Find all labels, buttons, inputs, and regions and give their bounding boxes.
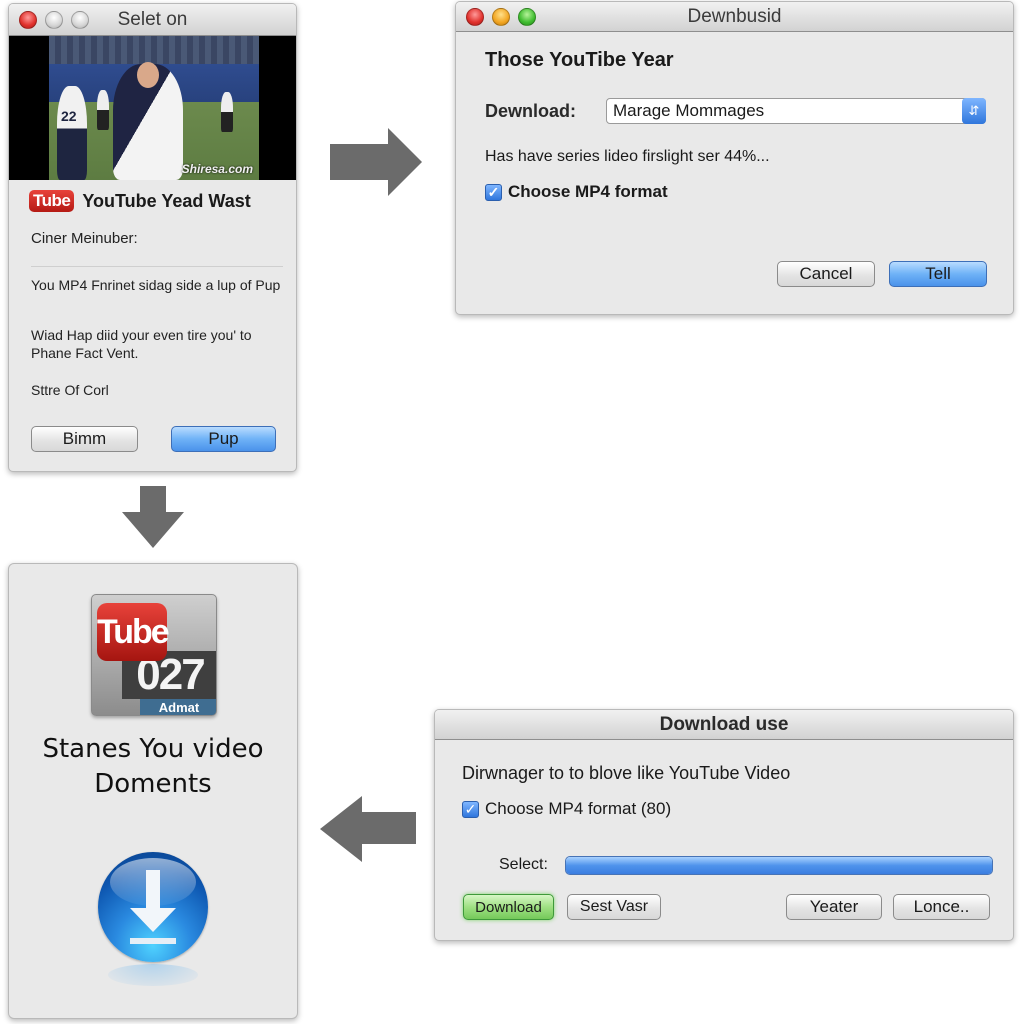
app-caption: Stanes You video Doments xyxy=(9,732,297,802)
mp4-format-checkbox-row[interactable]: ✓ Choose MP4 format (80) xyxy=(462,799,671,819)
zoom-button[interactable] xyxy=(71,11,89,29)
video-select-window: Selet on 22 Shiresa.com Tube YouTube Yea… xyxy=(8,3,297,472)
pup-button[interactable]: Pup xyxy=(171,426,276,452)
title-bar[interactable]: Download use xyxy=(435,710,1013,740)
paragraph-2: Wiad Hap diid your even tire you' to Pha… xyxy=(31,327,252,361)
player-22: 22 xyxy=(57,86,87,180)
window-title: Download use xyxy=(659,713,789,735)
icon-reflection xyxy=(108,964,198,986)
jersey-number: 22 xyxy=(61,108,77,124)
status-text: Has have series lideo firslight ser 44%.… xyxy=(485,148,770,165)
window-title: Dewnbusid xyxy=(687,5,782,27)
paragraph-3: Sttre Of Corl xyxy=(31,382,109,398)
title-bar[interactable]: Dewnbusid xyxy=(456,2,1013,32)
checkbox-checked-icon[interactable]: ✓ xyxy=(462,801,479,819)
youtube-logo-icon: Tube xyxy=(29,190,75,212)
select-label: Select: xyxy=(499,856,548,873)
cancel-button[interactable]: Cancel xyxy=(777,261,875,287)
player-back xyxy=(97,90,109,130)
download-select[interactable]: Marage Mommages ⇵ xyxy=(606,98,986,124)
youtube-logo-icon: Tube xyxy=(97,603,170,661)
download-arrow-icon[interactable] xyxy=(98,852,208,962)
window-heading: Dirwnager to to blove like YouTube Video xyxy=(462,763,791,783)
tell-button[interactable]: Tell xyxy=(889,261,987,287)
caption-line-1: Stanes You video xyxy=(42,734,264,764)
divider xyxy=(31,266,283,267)
close-button[interactable] xyxy=(19,11,37,29)
arrow-left-icon xyxy=(320,796,416,862)
title-bar[interactable]: Selet on xyxy=(9,4,296,36)
app-icon: Tube 027 Admat xyxy=(91,594,217,716)
app-info-panel: Tube 027 Admat Stanes You video Doments xyxy=(8,563,298,1019)
download-dialog: Dewnbusid Those YouTibe Year Dewnload: M… xyxy=(455,1,1014,315)
lonce-button[interactable]: Lonce.. xyxy=(893,894,990,920)
video-preview[interactable]: 22 Shiresa.com xyxy=(9,36,296,180)
window-heading: Tube YouTube Yead Wast xyxy=(29,190,251,212)
video-frame: 22 Shiresa.com xyxy=(49,36,259,180)
heading-text: YouTube Yead Wast xyxy=(82,190,251,211)
arrow-right-icon xyxy=(330,128,422,196)
window-controls xyxy=(19,11,89,29)
yeater-button[interactable]: Yeater xyxy=(786,894,882,920)
checkbox-label: Choose MP4 format xyxy=(508,182,668,201)
checkbox-checked-icon[interactable]: ✓ xyxy=(485,184,502,202)
progress-bar xyxy=(565,856,993,875)
sest-vasr-button[interactable]: Sest Vasr xyxy=(567,894,661,920)
download-arrow-glyph xyxy=(130,870,176,944)
caption-line-2: Doments xyxy=(94,769,212,799)
arrow-down-icon xyxy=(122,486,184,548)
bimm-button[interactable]: Bimm xyxy=(31,426,138,452)
window-controls xyxy=(466,8,536,26)
app-icon-label: Admat xyxy=(140,699,216,715)
video-watermark: Shiresa.com xyxy=(181,162,253,176)
subtitle-text: Ciner Meinuber: xyxy=(31,230,138,247)
download-label: Dewnload: xyxy=(485,101,577,121)
dialog-heading: Those YouTibe Year xyxy=(485,49,674,71)
download-select-value: Marage Mommages xyxy=(613,101,765,120)
download-button[interactable]: Download xyxy=(463,894,554,920)
progress-fill xyxy=(566,857,992,874)
download-use-window: Download use Dirwnager to to blove like … xyxy=(434,709,1014,941)
minimize-button[interactable] xyxy=(492,8,510,26)
mp4-format-checkbox-row[interactable]: ✓ Choose MP4 format xyxy=(485,182,668,202)
paragraph-1: You MP4 Fnrinet sidag side a lup of Pup xyxy=(31,277,281,293)
player-right xyxy=(221,92,233,132)
player-head xyxy=(137,62,159,88)
close-button[interactable] xyxy=(466,8,484,26)
select-stepper-icon[interactable]: ⇵ xyxy=(962,98,986,124)
zoom-button[interactable] xyxy=(518,8,536,26)
minimize-button[interactable] xyxy=(45,11,63,29)
checkbox-label: Choose MP4 format (80) xyxy=(485,799,672,818)
